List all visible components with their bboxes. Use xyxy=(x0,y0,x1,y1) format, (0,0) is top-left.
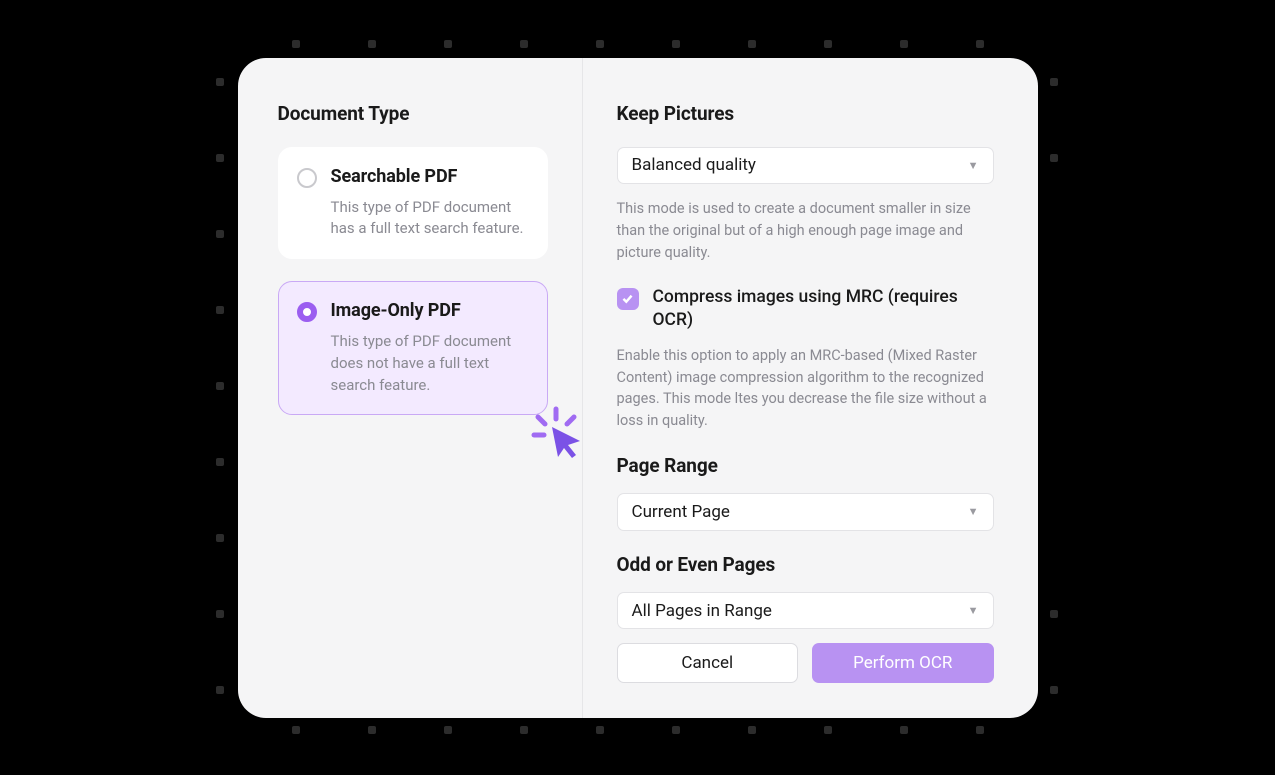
keep-pictures-heading: Keep Pictures xyxy=(617,102,994,125)
odd-even-heading: Odd or Even Pages xyxy=(617,553,994,576)
select-value: Current Page xyxy=(632,502,730,522)
chevron-down-icon: ▼ xyxy=(968,604,979,617)
settings-column: Keep Pictures Balanced quality ▼ This mo… xyxy=(583,58,1038,718)
button-label: Perform OCR xyxy=(853,653,952,673)
button-label: Cancel xyxy=(681,653,733,673)
radio-description: This type of PDF document does not have … xyxy=(331,331,529,396)
document-type-heading: Document Type xyxy=(278,102,548,125)
mrc-checkbox-row[interactable]: Compress images using MRC (requires OCR) xyxy=(617,286,994,333)
select-value: Balanced quality xyxy=(632,155,756,175)
chevron-down-icon: ▼ xyxy=(968,505,979,518)
radio-indicator-icon xyxy=(297,302,317,322)
select-value: All Pages in Range xyxy=(632,601,772,621)
chevron-down-icon: ▼ xyxy=(968,159,979,172)
mrc-help: Enable this option to apply an MRC-based… xyxy=(617,345,994,432)
radio-indicator-icon xyxy=(297,168,317,188)
ocr-settings-dialog: Document Type Searchable PDF This type o… xyxy=(238,58,1038,718)
radio-title: Searchable PDF xyxy=(331,166,529,187)
radio-title: Image-Only PDF xyxy=(331,300,529,321)
odd-even-select[interactable]: All Pages in Range ▼ xyxy=(617,592,994,630)
page-range-select[interactable]: Current Page ▼ xyxy=(617,493,994,531)
perform-ocr-button[interactable]: Perform OCR xyxy=(812,643,994,683)
keep-pictures-help: This mode is used to create a document s… xyxy=(617,198,994,263)
page-range-heading: Page Range xyxy=(617,454,994,477)
mrc-checkbox-label: Compress images using MRC (requires OCR) xyxy=(653,286,994,333)
dialog-button-row: Cancel Perform OCR xyxy=(617,643,994,683)
cancel-button[interactable]: Cancel xyxy=(617,643,799,683)
document-type-column: Document Type Searchable PDF This type o… xyxy=(238,58,583,718)
radio-image-only-pdf[interactable]: Image-Only PDF This type of PDF document… xyxy=(278,281,548,415)
radio-searchable-pdf[interactable]: Searchable PDF This type of PDF document… xyxy=(278,147,548,260)
checkbox-checked-icon xyxy=(617,288,639,310)
keep-pictures-select[interactable]: Balanced quality ▼ xyxy=(617,147,994,185)
radio-description: This type of PDF document has a full tex… xyxy=(331,197,529,241)
